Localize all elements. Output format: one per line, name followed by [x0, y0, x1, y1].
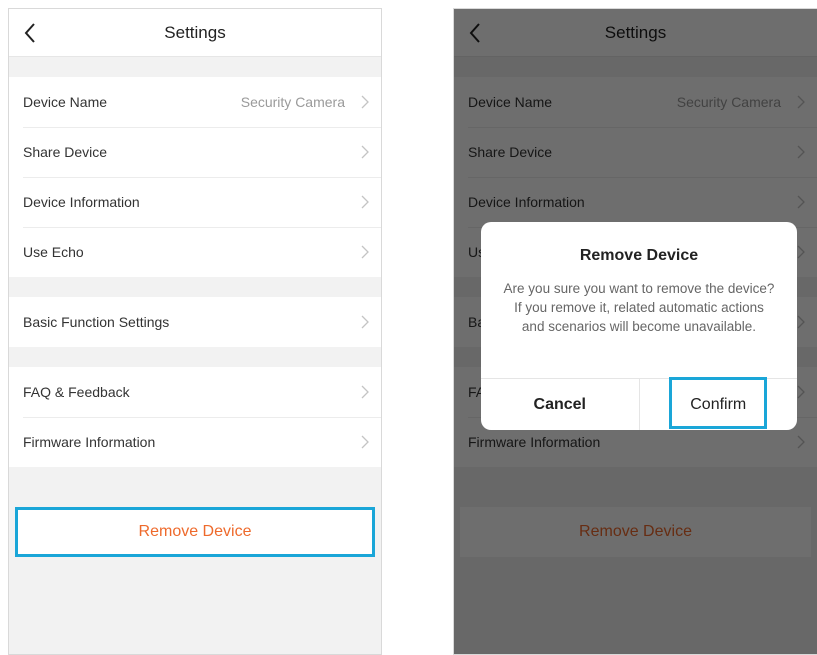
device-name-value: Security Camera — [240, 94, 345, 110]
settings-group-device: Device Name Security Camera Share Device… — [9, 77, 381, 277]
nav-header: Settings — [9, 9, 381, 57]
dialog-message: Are you sure you want to remove the devi… — [503, 281, 775, 334]
chevron-right-icon — [361, 315, 369, 329]
chevron-right-icon — [361, 385, 369, 399]
remove-device-dialog: Remove Device Are you sure you want to r… — [481, 222, 797, 430]
chevron-right-icon — [361, 435, 369, 449]
chevron-right-icon — [361, 245, 369, 259]
share-device-row[interactable]: Share Device — [9, 127, 381, 177]
device-information-row[interactable]: Device Information — [9, 177, 381, 227]
settings-group-support: FAQ & Feedback Firmware Information — [9, 367, 381, 467]
firmware-information-label: Firmware Information — [23, 434, 156, 450]
chevron-right-icon — [361, 195, 369, 209]
remove-device-button[interactable]: Remove Device — [15, 507, 375, 557]
dialog-title: Remove Device — [579, 247, 699, 264]
settings-screen-with-dialog: Settings Device Name Security Camera Sha… — [453, 8, 817, 655]
dialog-actions: Cancel Confirm — [481, 377, 798, 430]
basic-function-settings-label: Basic Function Settings — [23, 314, 170, 330]
confirm-highlight-box — [668, 377, 767, 429]
cancel-button[interactable]: Cancel — [481, 379, 640, 430]
settings-screen: Settings Device Name Security Camera Sha… — [8, 8, 382, 655]
device-name-row[interactable]: Device Name Security Camera — [9, 77, 381, 127]
remove-device-label: Remove Device — [138, 523, 252, 540]
firmware-information-row[interactable]: Firmware Information — [9, 417, 381, 467]
use-echo-row[interactable]: Use Echo — [9, 227, 381, 277]
faq-feedback-row[interactable]: FAQ & Feedback — [9, 367, 381, 417]
settings-group-basic: Basic Function Settings — [9, 297, 381, 347]
chevron-right-icon — [361, 145, 369, 159]
chevron-right-icon — [361, 95, 369, 109]
use-echo-label: Use Echo — [23, 244, 84, 260]
device-information-label: Device Information — [23, 194, 140, 210]
faq-feedback-label: FAQ & Feedback — [23, 384, 130, 400]
confirm-button[interactable]: Confirm — [640, 377, 798, 430]
share-device-label: Share Device — [23, 144, 108, 160]
cancel-label: Cancel — [533, 395, 586, 413]
basic-function-settings-row[interactable]: Basic Function Settings — [9, 297, 381, 347]
page-title: Settings — [164, 23, 226, 42]
device-name-label: Device Name — [23, 94, 108, 110]
